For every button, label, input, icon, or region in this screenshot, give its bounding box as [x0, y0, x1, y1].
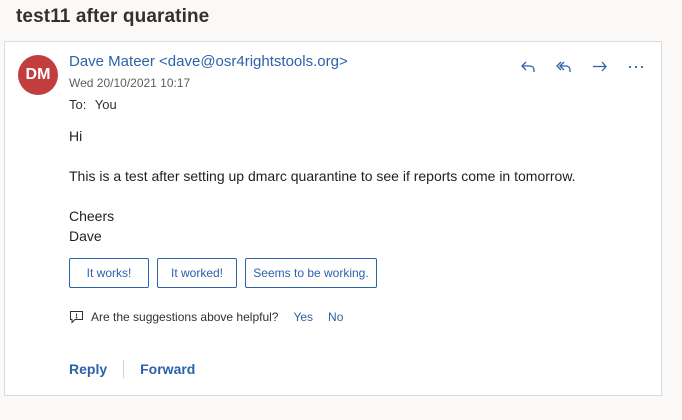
suggestion-feedback: Are the suggestions above helpful? Yes N…: [69, 310, 358, 324]
body-sign-off: Cheers: [69, 208, 115, 224]
body-greeting: Hi: [69, 128, 83, 144]
email-subject: test11 after quaratine: [16, 6, 210, 27]
suggested-replies: It works! It worked! Seems to be working…: [69, 258, 377, 288]
to-label: To:: [69, 97, 87, 112]
message-actions: [517, 56, 647, 78]
feedback-question: Are the suggestions above helpful?: [91, 310, 279, 324]
reply-button[interactable]: Reply: [69, 361, 107, 377]
reply-all-icon: [556, 61, 571, 72]
body-signature: Dave: [69, 228, 102, 244]
message-card: DM Dave Mateer <dave@osr4rightstools.org…: [4, 41, 662, 396]
more-icon: [628, 65, 644, 69]
footer-divider: [123, 360, 125, 378]
reply-all-action-button[interactable]: [553, 56, 575, 78]
suggested-reply-button[interactable]: It works!: [69, 258, 149, 288]
forward-icon: [593, 61, 607, 72]
reply-footer: Reply Forward: [69, 360, 195, 378]
forward-action-button[interactable]: [589, 56, 611, 78]
recipient-line: To: You: [69, 97, 117, 112]
message-date: Wed 20/10/2021 10:17: [69, 76, 191, 90]
feedback-icon: [70, 311, 83, 324]
reply-action-button[interactable]: [517, 56, 539, 78]
sender-name[interactable]: Dave Mateer <dave@osr4rightstools.org>: [69, 53, 348, 70]
recipient-value[interactable]: You: [95, 97, 117, 112]
suggested-reply-button[interactable]: It worked!: [157, 258, 237, 288]
forward-button[interactable]: Forward: [140, 361, 195, 377]
feedback-no-link[interactable]: No: [328, 310, 343, 324]
reply-icon: [521, 61, 535, 72]
suggested-reply-button[interactable]: Seems to be working.: [245, 258, 377, 288]
feedback-yes-link[interactable]: Yes: [293, 310, 313, 324]
avatar[interactable]: DM: [18, 55, 58, 95]
body-paragraph: This is a test after setting up dmarc qu…: [69, 168, 576, 184]
more-actions-button[interactable]: [625, 56, 647, 78]
